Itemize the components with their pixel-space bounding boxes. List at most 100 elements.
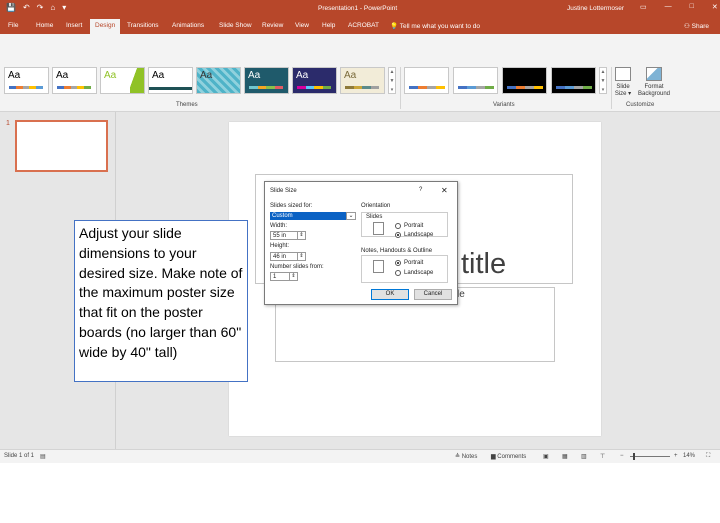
slide-size-dialog: Slide Size ? ✕ Slides sized for: Custom … [264, 181, 458, 305]
theme-ion-boardroom[interactable]: Aa [196, 67, 241, 94]
page-icon [373, 260, 384, 273]
theme-color-bar [57, 86, 91, 89]
notes-landscape-radio[interactable]: Landscape [395, 270, 433, 276]
slides-landscape-radio[interactable]: Landscape [395, 232, 433, 238]
height-field[interactable]: 46 in ⇕ [270, 252, 306, 261]
title-placeholder-text: title [461, 248, 507, 280]
more-icon[interactable]: ▾ [389, 86, 395, 95]
theme-organic[interactable]: Aa [292, 67, 337, 94]
scroll-up-icon[interactable]: ▲ [389, 68, 395, 77]
tab-file[interactable]: File [8, 22, 18, 29]
radio-landscape[interactable] [395, 270, 401, 276]
radio-landscape-selected[interactable] [395, 232, 401, 238]
notes-button[interactable]: ≜ Notes [455, 453, 477, 460]
slide-show-icon[interactable]: ⊤ [600, 453, 605, 460]
variant-color-bar [458, 86, 494, 89]
theme-ion[interactable]: Aa [244, 67, 289, 94]
quick-access-toolbar: 💾 ↶ ↷ ⌂ ▾ [6, 3, 66, 12]
tab-help[interactable]: Help [322, 22, 335, 29]
save-icon[interactable]: 💾 [6, 3, 16, 12]
lightbulb-icon: 💡 [390, 23, 399, 30]
tab-slide-show[interactable]: Slide Show [219, 22, 252, 29]
slide-size-button[interactable]: Slide Size ▾ [612, 67, 634, 98]
zoom-level[interactable]: 14% [683, 453, 695, 459]
reading-view-icon[interactable]: ▥ [581, 453, 587, 460]
number-slides-from-field[interactable]: 1 ⇕ [270, 272, 298, 281]
themes-gallery-scroll[interactable]: ▲ ▼ ▾ [388, 67, 396, 94]
spinner-icon[interactable]: ⇕ [297, 253, 305, 260]
theme-integral[interactable]: Aa [148, 67, 193, 94]
start-from-beginning-icon[interactable]: ⌂ [50, 3, 55, 12]
zoom-out-icon[interactable]: − [620, 453, 624, 459]
tab-home[interactable]: Home [36, 22, 53, 29]
tab-review[interactable]: Review [262, 22, 283, 29]
minimize-icon[interactable]: — [665, 3, 672, 11]
spinner-icon[interactable]: ⇕ [289, 273, 297, 280]
scroll-up-icon[interactable]: ▲ [600, 68, 606, 77]
share-button[interactable]: ⚇ Share [684, 22, 709, 30]
radio-portrait-selected[interactable] [395, 260, 401, 266]
close-icon[interactable]: ✕ [441, 186, 448, 195]
ribbon-display-options-icon[interactable]: ▭ [640, 3, 647, 11]
tab-animations[interactable]: Animations [172, 22, 204, 29]
chevron-down-icon: ⌄ [346, 212, 356, 220]
zoom-slider-thumb[interactable] [633, 453, 635, 460]
zoom-in-icon[interactable]: + [674, 453, 678, 459]
tell-me-search[interactable]: 💡 Tell me what you want to do [390, 22, 480, 30]
theme-preview-text: Aa [152, 70, 165, 81]
cancel-button[interactable]: Cancel [414, 289, 452, 300]
variant-4[interactable] [551, 67, 596, 94]
spinner-icon[interactable]: ⇕ [297, 232, 305, 239]
radio-portrait[interactable] [395, 223, 401, 229]
width-field[interactable]: 55 in ⇕ [270, 231, 306, 240]
orientation-label: Orientation [361, 203, 391, 209]
fit-to-window-icon[interactable]: ⛶ [706, 453, 710, 460]
zoom-slider[interactable] [630, 456, 670, 457]
theme-office-2[interactable]: Aa [52, 67, 97, 94]
theme-retrospect[interactable]: Aa [340, 67, 385, 94]
maximize-icon[interactable]: □ [690, 3, 694, 11]
normal-view-icon[interactable]: ▣ [543, 453, 549, 460]
slide-counter: Slide 1 of 1 [4, 453, 35, 459]
tab-design[interactable]: Design [90, 19, 121, 34]
close-icon[interactable]: ✕ [712, 3, 718, 11]
help-icon[interactable]: ? [419, 187, 422, 193]
redo-icon[interactable]: ↷ [37, 3, 44, 12]
variants-gallery-scroll[interactable]: ▲ ▼ ▾ [599, 67, 607, 94]
slide-sorter-icon[interactable]: ▦ [562, 453, 568, 460]
slides-sized-for-select[interactable]: Custom ⌄ [270, 212, 356, 220]
variant-2[interactable] [453, 67, 498, 94]
ribbon-body: Aa Aa Aa Aa Aa Aa Aa Aa ▲ ▼ ▾ Themes ▲ ▼… [0, 34, 720, 112]
comments-button[interactable]: ▆ Comments [491, 453, 526, 460]
undo-icon[interactable]: ↶ [23, 3, 30, 12]
slide-thumbnail[interactable] [15, 120, 108, 172]
more-icon[interactable]: ▾ [600, 86, 606, 95]
theme-facet[interactable]: Aa [100, 67, 145, 94]
page-icon [373, 222, 384, 235]
tab-acrobat[interactable]: ACROBAT [348, 22, 379, 29]
person-icon: ⚇ [684, 23, 690, 30]
scroll-down-icon[interactable]: ▼ [600, 77, 606, 86]
ok-button[interactable]: OK [371, 289, 409, 300]
spelling-icon[interactable]: ▤ [40, 453, 46, 460]
variant-color-bar [507, 86, 543, 89]
slide-size-label: Slide Size ▾ [614, 84, 632, 97]
instruction-callout: Adjust your slide dimensions to your des… [74, 220, 248, 382]
theme-preview-text: Aa [344, 70, 357, 81]
ribbon-tabs: File Home Insert Design Transitions Anim… [0, 18, 720, 34]
user-name[interactable]: Justine Lottermoser [567, 5, 624, 12]
theme-preview-text: Aa [8, 70, 21, 81]
format-background-button[interactable]: Format Background [636, 67, 672, 98]
variant-color-bar [556, 86, 592, 89]
slides-portrait-radio[interactable]: Portrait [395, 223, 423, 229]
tab-transitions[interactable]: Transitions [127, 22, 159, 29]
tab-insert[interactable]: Insert [66, 22, 82, 29]
variant-1[interactable] [404, 67, 449, 94]
customize-qat-icon[interactable]: ▾ [62, 3, 66, 12]
scroll-down-icon[interactable]: ▼ [389, 77, 395, 86]
variants-group-label: Variants [493, 102, 515, 108]
variant-3[interactable] [502, 67, 547, 94]
tab-view[interactable]: View [295, 22, 309, 29]
notes-portrait-radio[interactable]: Portrait [395, 260, 423, 266]
theme-office[interactable]: Aa [4, 67, 49, 94]
